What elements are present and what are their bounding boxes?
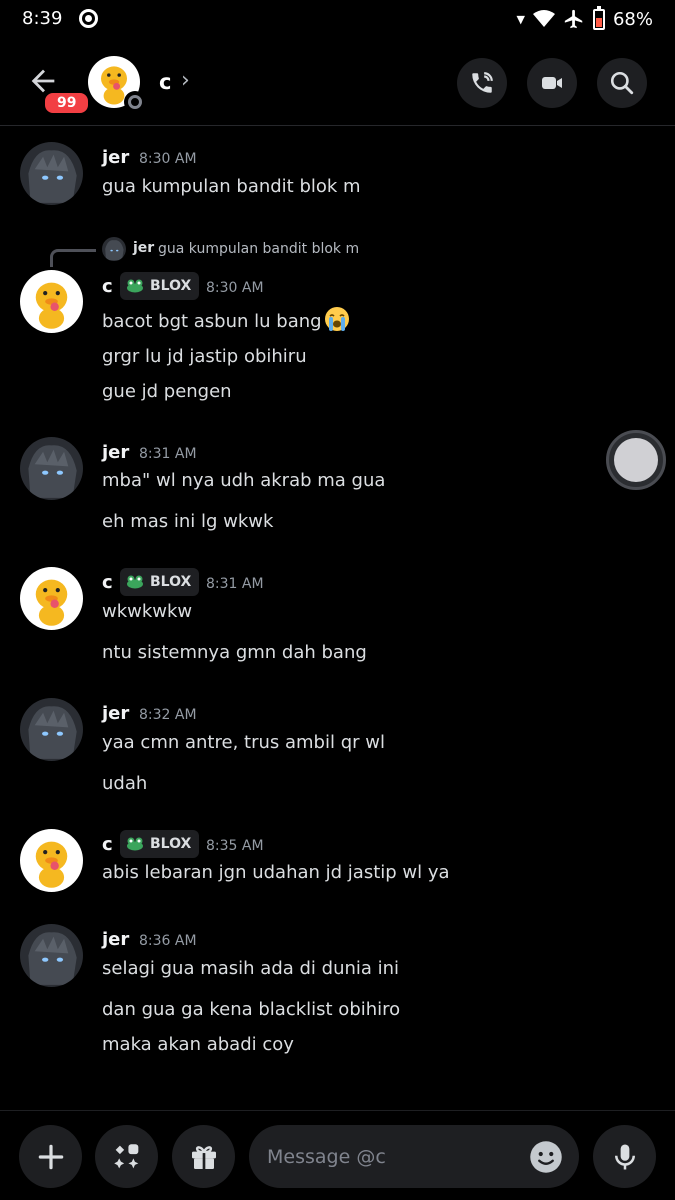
message-text[interactable]: wkwkwkw: [102, 601, 192, 622]
message-text[interactable]: selagi gua masih ada di dunia ini: [102, 958, 399, 979]
message-text[interactable]: dan gua ga kena blacklist obihiro: [102, 999, 400, 1020]
avatar-jer[interactable]: [20, 698, 83, 761]
message-author[interactable]: c: [102, 834, 113, 855]
contact-avatar[interactable]: [88, 56, 146, 113]
avatar-jer[interactable]: [20, 924, 83, 987]
airplane-icon: [564, 9, 583, 29]
status-bar: 8:39 ▼ 68%: [0, 0, 675, 40]
reply-connector: [50, 249, 96, 267]
message-text[interactable]: ntu sistemnya gmn dah bang: [102, 642, 367, 663]
message-text[interactable]: bacot bgt asbun lu bang: [102, 305, 351, 333]
message-timestamp: 8:36 AM: [139, 933, 197, 949]
anime-avatar-image: [20, 924, 83, 987]
channel-header: 99 c ›: [0, 50, 675, 126]
assist-touch-icon: [614, 438, 658, 482]
reply-author[interactable]: jer: [133, 240, 154, 256]
message-text[interactable]: grgr lu jd jastip obihiru: [102, 346, 307, 367]
notification-dot-icon: [79, 9, 98, 28]
message-text[interactable]: gua kumpulan bandit blok m: [102, 176, 361, 197]
anime-avatar-image: [102, 237, 126, 261]
message-text[interactable]: gue jd pengen: [102, 381, 232, 402]
message-text[interactable]: maka akan abadi coy: [102, 1034, 294, 1055]
search-icon: [610, 71, 634, 95]
message-timestamp: 8:31 AM: [206, 576, 264, 592]
status-indicators: ▼ 68%: [516, 5, 653, 30]
microphone-icon: [614, 1144, 635, 1169]
emoji-icon: [530, 1141, 562, 1173]
battery-level: 68%: [612, 8, 653, 30]
duck-avatar-image: [35, 841, 68, 888]
message-text[interactable]: mba" wl nya udh akrab ma gua: [102, 470, 385, 491]
message-composer: [0, 1110, 675, 1200]
message-text[interactable]: udah: [102, 773, 147, 794]
offline-status-icon: [124, 91, 146, 113]
battery-icon: [592, 5, 605, 30]
unread-badge: 99: [42, 90, 92, 116]
message-text[interactable]: abis lebaran jgn udahan jd jastip wl ya: [102, 862, 450, 883]
message-author[interactable]: jer: [102, 703, 129, 724]
message-author[interactable]: jer: [102, 442, 129, 463]
frog-icon: [127, 837, 143, 851]
server-tag-label: BLOX: [150, 278, 192, 294]
signal-arrow-icon: ▼: [516, 12, 525, 26]
gift-button[interactable]: [172, 1125, 235, 1188]
voice-message-button[interactable]: [593, 1125, 656, 1188]
phone-call-icon: [472, 72, 493, 93]
gift-icon: [191, 1145, 216, 1169]
voice-call-button[interactable]: [457, 58, 507, 108]
apps-button[interactable]: [95, 1125, 158, 1188]
apps-icon: [113, 1143, 138, 1168]
chevron-right-icon[interactable]: ›: [181, 68, 190, 93]
avatar-c[interactable]: [20, 567, 83, 630]
message-author[interactable]: jer: [102, 929, 129, 950]
add-attachment-button[interactable]: [19, 1125, 82, 1188]
plus-icon: [38, 1144, 63, 1169]
message-timestamp: 8:31 AM: [139, 446, 197, 462]
avatar-c[interactable]: [20, 270, 83, 333]
message-timestamp: 8:35 AM: [206, 838, 264, 854]
server-tag-label: BLOX: [150, 836, 192, 852]
avatar-jer[interactable]: [20, 437, 83, 500]
search-button[interactable]: [597, 58, 647, 108]
video-call-button[interactable]: [527, 58, 577, 108]
reply-preview[interactable]: gua kumpulan bandit blok m: [158, 241, 359, 257]
anime-avatar-image: [20, 698, 83, 761]
message-author[interactable]: c: [102, 276, 113, 297]
video-camera-icon: [542, 77, 562, 89]
avatar-c[interactable]: [20, 829, 83, 892]
anime-avatar-image: [20, 142, 83, 205]
message-timestamp: 8:32 AM: [139, 707, 197, 723]
anime-avatar-image: [20, 437, 83, 500]
server-tag[interactable]: BLOX: [120, 568, 200, 596]
message-text[interactable]: yaa cmn antre, trus ambil qr wl: [102, 732, 385, 753]
frog-icon: [127, 575, 143, 589]
wifi-icon: [532, 10, 555, 27]
message-text-content: bacot bgt asbun lu bang: [102, 311, 322, 332]
message-timestamp: 8:30 AM: [139, 151, 197, 167]
server-tag[interactable]: BLOX: [120, 830, 200, 858]
message-author[interactable]: c: [102, 572, 113, 593]
status-time: 8:39: [22, 8, 63, 29]
message-list[interactable]: jer 8:30 AM gua kumpulan bandit blok m j…: [0, 127, 675, 1107]
reply-avatar-jer: [102, 237, 126, 261]
loudly-crying-emoji: [324, 307, 349, 331]
server-tag[interactable]: BLOX: [120, 272, 200, 300]
floating-assist-button[interactable]: [606, 430, 666, 490]
avatar-jer[interactable]: [20, 142, 83, 205]
frog-icon: [127, 279, 143, 293]
message-text[interactable]: eh mas ini lg wkwk: [102, 511, 273, 532]
message-timestamp: 8:30 AM: [206, 280, 264, 296]
server-tag-label: BLOX: [150, 574, 192, 590]
message-author[interactable]: jer: [102, 147, 129, 168]
duck-avatar-image: [35, 579, 68, 626]
duck-avatar-image: [35, 282, 68, 329]
emoji-button[interactable]: [528, 1139, 564, 1175]
contact-name[interactable]: c: [159, 70, 171, 94]
